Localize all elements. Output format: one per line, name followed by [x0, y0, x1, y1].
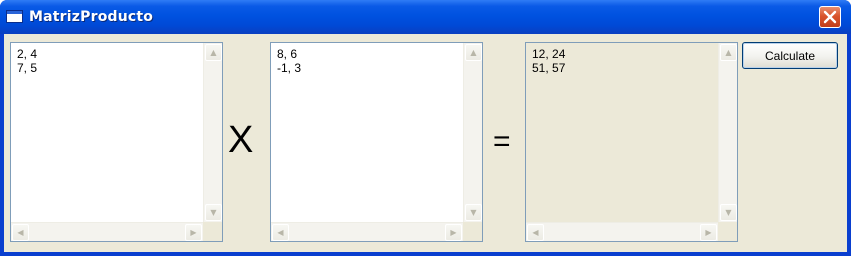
scroll-up-button[interactable]: ▲: [465, 44, 482, 61]
scrollbar-corner: [203, 222, 222, 241]
result-line: 12, 24: [532, 47, 566, 61]
scroll-right-button[interactable]: ▶: [445, 224, 462, 241]
app-window: MatrizProducto 2, 4 7, 5 ▲ ▼ ◀ ▶ X 8, 6 …: [0, 0, 851, 256]
matrix-a-line: 7, 5: [17, 61, 38, 75]
scroll-down-button[interactable]: ▼: [720, 204, 737, 221]
scroll-up-icon: ▲: [210, 47, 217, 57]
scroll-up-button[interactable]: ▲: [720, 44, 737, 61]
scroll-left-button[interactable]: ◀: [527, 224, 544, 241]
matrix-a-content: 2, 4 7, 5: [17, 47, 37, 75]
scrollbar-corner: [718, 222, 737, 241]
equals-operator: =: [493, 125, 511, 158]
horizontal-scrollbar[interactable]: ◀ ▶: [526, 222, 718, 241]
close-button[interactable]: [819, 6, 841, 28]
result-line: 51, 57: [532, 61, 566, 75]
scroll-up-icon: ▲: [470, 47, 477, 57]
scroll-down-icon: ▼: [470, 207, 477, 217]
scroll-down-icon: ▼: [725, 207, 732, 217]
scroll-right-button[interactable]: ▶: [185, 224, 202, 241]
scroll-left-button[interactable]: ◀: [12, 224, 29, 241]
matrix-a-textbox[interactable]: 2, 4 7, 5 ▲ ▼ ◀ ▶: [10, 42, 223, 242]
window-icon: [6, 10, 23, 23]
result-textbox[interactable]: 12, 24 51, 57 ▲ ▼ ◀ ▶: [525, 42, 738, 242]
result-content: 12, 24 51, 57: [532, 47, 565, 75]
scroll-right-icon: ▶: [705, 227, 712, 237]
calculate-button[interactable]: Calculate: [742, 42, 838, 69]
scroll-down-button[interactable]: ▼: [205, 204, 222, 221]
scroll-left-icon: ◀: [532, 227, 539, 237]
scroll-right-icon: ▶: [190, 227, 197, 237]
scroll-right-icon: ▶: [450, 227, 457, 237]
scrollbar-corner: [463, 222, 482, 241]
vertical-scrollbar[interactable]: ▲ ▼: [718, 43, 737, 222]
scroll-left-button[interactable]: ◀: [272, 224, 289, 241]
title-bar[interactable]: MatrizProducto: [0, 0, 851, 34]
matrix-b-content: 8, 6 -1, 3: [277, 47, 301, 75]
vertical-scrollbar[interactable]: ▲ ▼: [203, 43, 222, 222]
matrix-b-textbox[interactable]: 8, 6 -1, 3 ▲ ▼ ◀ ▶: [270, 42, 483, 242]
client-area: 2, 4 7, 5 ▲ ▼ ◀ ▶ X 8, 6 -1, 3 ▲ ▼ ◀ ▶ =…: [4, 34, 847, 252]
matrix-b-line: 8, 6: [277, 47, 298, 61]
matrix-b-line: -1, 3: [277, 61, 302, 75]
multiply-operator: X: [228, 119, 254, 161]
scroll-up-icon: ▲: [725, 47, 732, 57]
horizontal-scrollbar[interactable]: ◀ ▶: [11, 222, 203, 241]
vertical-scrollbar[interactable]: ▲ ▼: [463, 43, 482, 222]
scroll-left-icon: ◀: [17, 227, 24, 237]
scroll-left-icon: ◀: [277, 227, 284, 237]
scroll-up-button[interactable]: ▲: [205, 44, 222, 61]
horizontal-scrollbar[interactable]: ◀ ▶: [271, 222, 463, 241]
window-title: MatrizProducto: [29, 9, 154, 25]
scroll-right-button[interactable]: ▶: [700, 224, 717, 241]
scroll-down-button[interactable]: ▼: [465, 204, 482, 221]
scroll-down-icon: ▼: [210, 207, 217, 217]
matrix-a-line: 2, 4: [17, 47, 38, 61]
close-icon: [823, 10, 837, 24]
